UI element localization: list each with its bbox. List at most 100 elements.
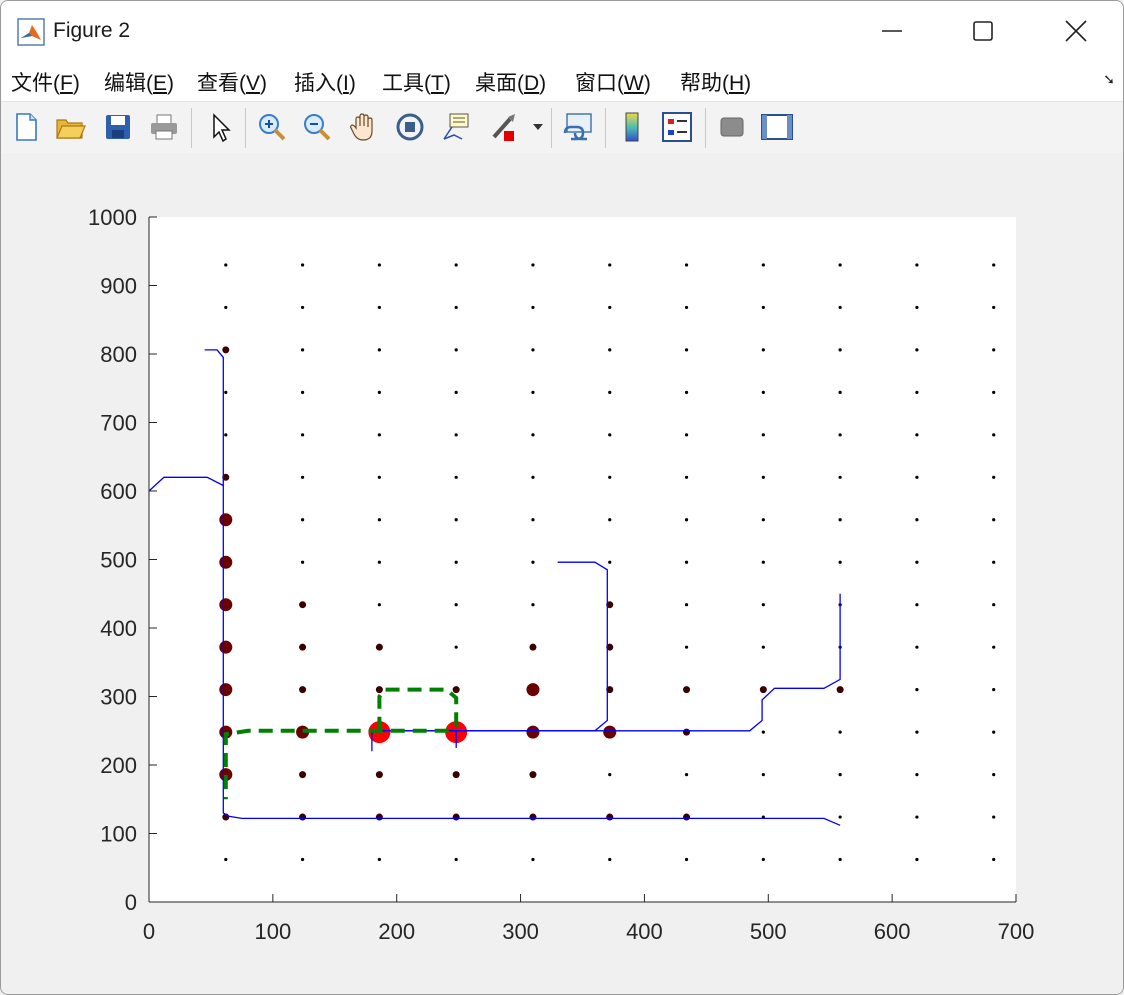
grid-point	[300, 518, 305, 522]
grid-point	[531, 857, 535, 862]
data-cursor-icon	[443, 113, 469, 140]
pan-button[interactable]	[344, 107, 382, 147]
grid-point	[684, 475, 689, 479]
grid-point	[684, 645, 689, 649]
grid-point	[608, 560, 612, 564]
menu-desktop[interactable]: 桌面(D)	[475, 67, 546, 97]
grid-point	[761, 518, 765, 522]
maximize-button[interactable]	[936, 1, 1030, 61]
grid-point	[531, 603, 535, 607]
title-bar[interactable]: Figure 2	[1, 1, 1123, 61]
x-tick-label: 0	[143, 919, 155, 944]
grid-point	[377, 857, 381, 862]
menu-tools[interactable]: 工具(T)	[382, 67, 451, 97]
grid-point	[838, 772, 842, 777]
y-tick-label: 300	[100, 685, 137, 710]
grid-point	[224, 305, 228, 310]
grid-point	[761, 603, 765, 607]
grid-point	[608, 390, 612, 394]
grid-point	[761, 772, 765, 777]
close-button[interactable]	[1029, 1, 1123, 61]
grid-point	[915, 815, 919, 819]
grid-point	[838, 433, 842, 437]
hide-plot-tools-button[interactable]	[713, 107, 751, 147]
grid-point	[915, 305, 919, 310]
grid-point	[608, 475, 612, 479]
chevron-down-icon	[533, 124, 543, 130]
select-button[interactable]	[201, 107, 239, 147]
highlighted-point	[299, 643, 307, 651]
grid-point	[531, 433, 535, 437]
legend-button[interactable]	[658, 107, 696, 147]
colorbar-button[interactable]	[613, 107, 651, 147]
new-figure-button[interactable]	[7, 107, 45, 147]
highlighted-point	[219, 598, 233, 612]
pan-hand-icon	[350, 113, 373, 141]
open-file-button[interactable]	[51, 107, 89, 147]
dock-arrow-icon[interactable]: ➘	[1103, 71, 1115, 88]
menu-file[interactable]: 文件(F)	[11, 67, 80, 97]
data-cursor-button[interactable]	[437, 107, 475, 147]
y-tick-label: 0	[125, 890, 137, 915]
y-tick-label: 200	[100, 753, 137, 778]
grid-point	[300, 390, 305, 394]
menu-help[interactable]: 帮助(H)	[680, 67, 751, 97]
grid-point	[915, 603, 919, 607]
y-tick-label: 700	[100, 411, 137, 436]
grid-point	[377, 475, 381, 479]
menu-edit[interactable]: 编辑(E)	[104, 67, 174, 97]
grid-point	[761, 857, 765, 862]
y-tick-label: 900	[100, 274, 137, 299]
grid-point	[915, 688, 919, 692]
x-tick-label: 500	[750, 919, 787, 944]
zoom-in-button[interactable]	[253, 107, 291, 147]
grid-point	[454, 348, 458, 352]
grid-point	[684, 390, 689, 394]
x-tick-label: 200	[378, 919, 415, 944]
grid-point	[454, 390, 458, 394]
show-plot-tools-button[interactable]	[758, 107, 796, 147]
grid-point	[377, 263, 381, 267]
scatter-plot[interactable]: 0 100 200 300 400 500 600 700 0 100 200 300 400 500 60…	[1, 153, 1123, 994]
grid-point	[992, 603, 996, 607]
zoom-in-icon	[259, 114, 286, 141]
highlighted-point	[222, 346, 230, 354]
brush-button[interactable]	[485, 107, 523, 147]
rotate-3d-button[interactable]	[391, 107, 429, 147]
maximize-icon	[973, 21, 993, 41]
new-figure-icon	[16, 113, 37, 141]
highlighted-point	[529, 643, 537, 651]
zoom-out-button[interactable]	[298, 107, 336, 147]
minimize-button[interactable]	[845, 1, 939, 61]
grid-point	[838, 475, 842, 479]
grid-point	[377, 603, 381, 607]
menu-view[interactable]: 查看(V)	[197, 67, 267, 97]
grid-point	[684, 772, 689, 777]
grid-point	[761, 348, 765, 352]
grid-point	[531, 348, 535, 352]
close-icon	[1065, 20, 1087, 42]
link-plot-button[interactable]	[559, 107, 597, 147]
highlighted-point	[219, 513, 233, 527]
figure-canvas[interactable]: 0 100 200 300 400 500 600 700 0 100 200 300 400 500 60…	[1, 153, 1123, 994]
grid-point	[224, 433, 228, 437]
highlighted-point	[529, 813, 537, 821]
menu-window[interactable]: 窗口(W)	[575, 67, 651, 97]
grid-point	[224, 263, 228, 267]
select-arrow-icon	[213, 113, 231, 143]
menu-insert[interactable]: 插入(I)	[294, 67, 356, 97]
grid-point	[838, 390, 842, 394]
print-button[interactable]	[145, 107, 183, 147]
brush-dropdown-button[interactable]	[529, 107, 547, 147]
save-button[interactable]	[99, 107, 137, 147]
grid-point	[454, 857, 458, 862]
highlighted-point	[452, 813, 460, 821]
highlighted-point	[452, 686, 460, 694]
grid-point	[761, 390, 765, 394]
y-tick-label: 400	[100, 616, 137, 641]
matlab-logo-icon	[17, 18, 45, 46]
grid-point	[454, 305, 458, 310]
axes-background	[149, 217, 1016, 902]
grid-point	[454, 518, 458, 522]
grid-point	[224, 390, 228, 394]
